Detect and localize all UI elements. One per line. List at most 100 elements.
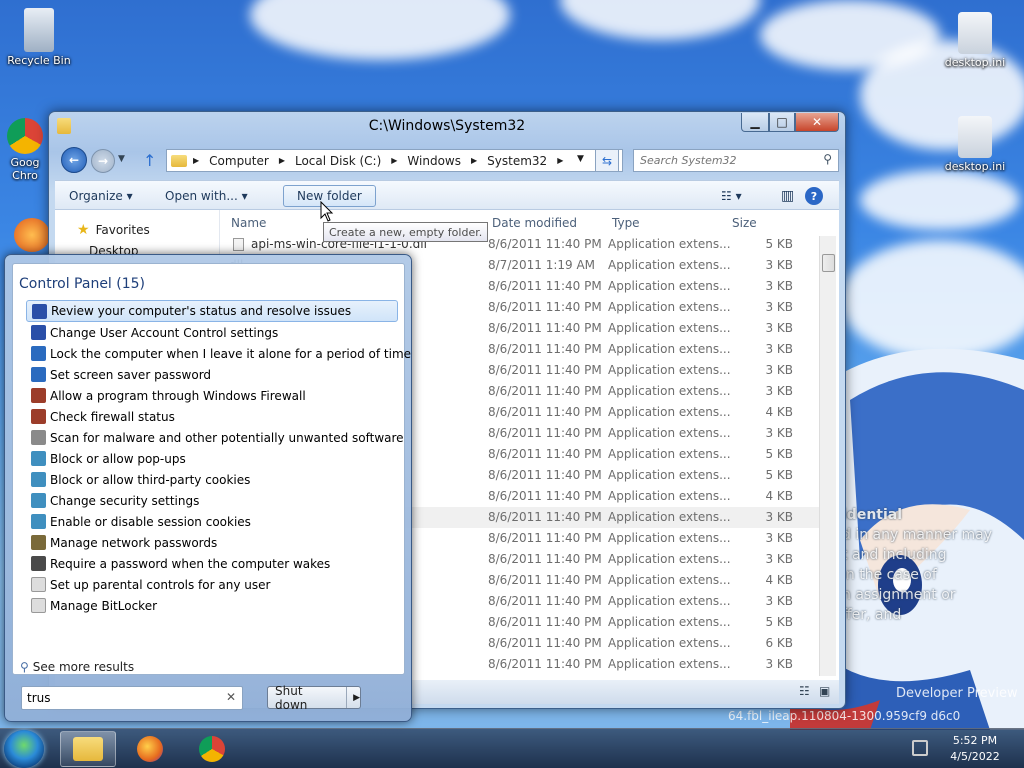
column-header-type[interactable]: Type (612, 216, 640, 230)
vertical-scrollbar[interactable] (819, 236, 836, 676)
taskbar-chrome[interactable] (184, 731, 240, 767)
file-date-modified: 8/6/2011 11:40 PM (488, 552, 602, 566)
file-date-modified: 8/6/2011 11:40 PM (488, 573, 602, 587)
column-header-name[interactable]: Name (231, 216, 266, 230)
shut-down-button[interactable]: Shut down ▶ (267, 684, 361, 712)
file-type: Application extens... (608, 363, 731, 377)
preview-pane-button[interactable]: ▥ (775, 185, 800, 207)
desktop-icon-desktop-ini[interactable]: desktop.ini (940, 12, 1010, 69)
details-view-icon[interactable]: ☷ (799, 684, 810, 698)
start-search-input[interactable] (27, 687, 217, 708)
recent-pages-dropdown[interactable]: ▼ (118, 154, 125, 164)
file-type: Application extens... (608, 384, 731, 398)
network-icon[interactable] (912, 740, 928, 756)
search-icon[interactable]: ⚲ (823, 152, 832, 166)
control-panel-result[interactable]: Change User Account Control settings (26, 322, 398, 343)
desktop-icon-label: Recycle Bin (7, 54, 71, 67)
firefox-icon[interactable] (14, 218, 50, 252)
chrome-icon (7, 118, 43, 154)
control-panel-result[interactable]: Require a password when the computer wak… (26, 553, 398, 574)
file-size: 3 KB (765, 300, 793, 314)
control-panel-result[interactable]: Lock the computer when I leave it alone … (26, 343, 411, 364)
start-button[interactable] (4, 730, 44, 768)
scrollbar-thumb[interactable] (822, 254, 835, 272)
address-history-dropdown[interactable]: ▼ (577, 154, 584, 164)
minimize-button[interactable]: ▁ (741, 113, 769, 132)
large-icons-view-icon[interactable]: ▣ (819, 684, 830, 698)
file-date-modified: 8/6/2011 11:40 PM (488, 510, 602, 524)
column-header-date-modified[interactable]: Date modified (492, 216, 577, 230)
file-type: Application extens... (608, 510, 731, 524)
start-search-box[interactable]: ✕ (21, 686, 243, 710)
file-size: 5 KB (765, 615, 793, 629)
file-size: 4 KB (765, 573, 793, 587)
open-with-button[interactable]: Open with... ▾ (159, 185, 254, 207)
window-title: C:\Windows\System32 (368, 118, 526, 134)
refresh-button[interactable]: ⇆ (595, 149, 619, 172)
file-row[interactable]: api-ms-win-core-file-l1-1-0.dll 8/6/2011 … (225, 234, 819, 255)
file-type: Application extens... (608, 258, 731, 272)
result-label: Require a password when the computer wak… (50, 556, 331, 571)
organize-button[interactable]: Organize ▾ (63, 185, 139, 207)
up-arrow-icon[interactable]: ↑ (143, 151, 156, 170)
nav-item-favorites[interactable]: ★ Favorites (77, 222, 150, 238)
mouse-cursor-icon (320, 201, 334, 222)
file-type: Application extens... (608, 321, 731, 335)
clock[interactable]: 5:52 PM 4/5/2022 (938, 733, 1012, 765)
file-type: Application extens... (608, 405, 731, 419)
file-size: 3 KB (765, 552, 793, 566)
breadcrumb-separator[interactable]: ▶ (557, 156, 563, 165)
back-button[interactable]: ← (61, 147, 87, 173)
folder-search-box[interactable]: ⚲ (633, 149, 839, 172)
clear-search-icon[interactable]: ✕ (226, 690, 236, 704)
column-header-size[interactable]: Size (732, 216, 757, 230)
taskbar-firefox[interactable] (122, 731, 178, 767)
nav-item-label: Favorites (95, 223, 150, 237)
result-label: Block or allow pop-ups (50, 451, 186, 466)
change-view-button[interactable]: ☷ ▾ (715, 185, 748, 207)
shut-down-options-arrow[interactable]: ▶ (347, 693, 360, 703)
close-button[interactable]: ✕ (795, 113, 839, 132)
breadcrumb-computer[interactable]: Computer (209, 154, 269, 168)
breadcrumb-windows[interactable]: Windows (407, 154, 461, 168)
breadcrumb-separator[interactable]: ▶ (471, 156, 477, 165)
control-panel-result[interactable]: Set up parental controls for any user (26, 574, 398, 595)
file-date-modified: 8/6/2011 11:40 PM (488, 615, 602, 629)
cloud (560, 0, 760, 40)
file-size: 4 KB (765, 405, 793, 419)
maximize-button[interactable]: □ (769, 113, 795, 132)
see-more-results-link[interactable]: ⚲ See more results (20, 660, 134, 674)
folder-search-input[interactable] (640, 150, 820, 170)
file-date-modified: 8/6/2011 11:40 PM (488, 657, 602, 671)
desktop-icon-recycle-bin[interactable]: Recycle Bin (4, 8, 74, 67)
control-panel-result[interactable]: Scan for malware and other potentially u… (26, 427, 404, 448)
taskbar-explorer[interactable] (60, 731, 116, 767)
results-group-header[interactable]: Control Panel (15) (19, 276, 145, 292)
forward-button[interactable]: → (91, 149, 115, 173)
file-size: 5 KB (765, 237, 793, 251)
help-button[interactable]: ? (805, 187, 823, 205)
breadcrumb-system32[interactable]: System32 (487, 154, 547, 168)
control-panel-result[interactable]: Allow a program through Windows Firewall (26, 385, 398, 406)
desktop-icon-chrome[interactable]: Goog Chro (0, 118, 50, 182)
control-panel-result[interactable]: Enable or disable session cookies (26, 511, 398, 532)
result-label: Change security settings (50, 493, 200, 508)
address-bar[interactable]: ▶ Computer ▶ Local Disk (C:) ▶ Windows ▶… (166, 149, 623, 172)
control-panel-result[interactable]: Review your computer's status and resolv… (26, 300, 398, 322)
breadcrumb-local-disk[interactable]: Local Disk (C:) (295, 154, 381, 168)
control-panel-result[interactable]: Set screen saver password (26, 364, 398, 385)
breadcrumb-separator[interactable]: ▶ (279, 156, 285, 165)
control-panel-result[interactable]: Block or allow third-party cookies (26, 469, 398, 490)
control-panel-result[interactable]: Block or allow pop-ups (26, 448, 398, 469)
control-panel-result[interactable]: Manage network passwords (26, 532, 398, 553)
control-panel-result[interactable]: Check firewall status (26, 406, 398, 427)
flag-icon (31, 325, 46, 340)
file-size: 3 KB (765, 531, 793, 545)
file-date-modified: 8/6/2011 11:40 PM (488, 405, 602, 419)
desktop-icon-desktop-ini-2[interactable]: desktop.ini (940, 116, 1010, 173)
file-type: Application extens... (608, 636, 731, 650)
shut-down-label[interactable]: Shut down (268, 684, 348, 712)
control-panel-result[interactable]: Change security settings (26, 490, 398, 511)
breadcrumb-separator[interactable]: ▶ (391, 156, 397, 165)
control-panel-result[interactable]: Manage BitLocker (26, 595, 398, 616)
